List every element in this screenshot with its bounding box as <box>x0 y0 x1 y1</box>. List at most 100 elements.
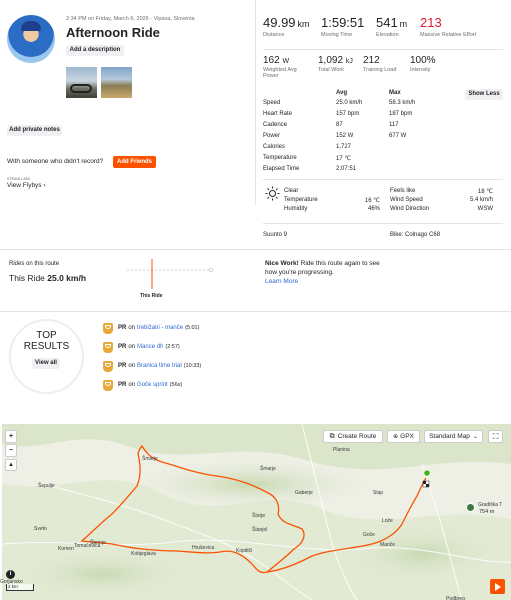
peak-icon <box>466 503 475 512</box>
on-label: on <box>128 344 136 350</box>
compass-button[interactable]: ▲ <box>5 459 17 471</box>
chevron-down-icon: ⌄ <box>472 434 478 440</box>
download-icon: ⊕ <box>393 434 399 440</box>
view-all-button[interactable]: View all <box>32 358 60 369</box>
relative-effort-stat[interactable]: 213 <box>420 15 442 30</box>
zoom-in-icon: + <box>8 433 14 440</box>
map-style-label: Standard Map <box>429 433 470 440</box>
elevation-label: Elevation <box>376 32 399 38</box>
moving-time-label: Moving Time <box>321 32 353 38</box>
weather-temperature-value: 16 ℃ <box>364 198 380 204</box>
segment-time: (10:33) <box>183 363 202 369</box>
map-place-label: Goče <box>363 532 375 538</box>
detail-row-label: Heart Rate <box>263 111 293 117</box>
map-place-label: Sveto <box>34 526 47 532</box>
top-result-item: PR on Branica time trial (10:33) <box>103 359 201 373</box>
map-place-label: Gaberje <box>295 490 313 496</box>
map[interactable] <box>2 424 511 600</box>
elevation-stat: 541 m <box>376 15 408 30</box>
someone-prompt: With someone who didn't record? <box>7 158 104 165</box>
map-place-label: Šmarje <box>142 456 158 462</box>
play-flyover-button[interactable] <box>490 579 505 594</box>
training-load-label: Training Load <box>363 67 397 73</box>
fullscreen-icon: ⛶ <box>492 431 499 441</box>
detail-row-avg: 157 bpm <box>336 111 360 117</box>
weather-humidity-value: 46% <box>367 206 380 212</box>
weather-humidity-label: Humidity <box>284 206 308 212</box>
zoom-out-button[interactable]: − <box>5 444 17 457</box>
col-max-header: Max <box>389 90 401 96</box>
map-place-label: Tomačevica <box>74 543 101 549</box>
wind-speed-label: Wind Speed <box>390 197 423 203</box>
map-place-label: Štanjel <box>252 527 268 533</box>
weather-divider <box>263 179 503 180</box>
zoom-in-button[interactable]: + <box>5 430 17 443</box>
chevron-right-icon: › <box>43 182 46 189</box>
create-route-label: Create Route <box>337 433 377 440</box>
map-place-label: Manče <box>380 542 396 548</box>
detail-row-max: 58.3 km/h <box>389 100 416 106</box>
segment-link[interactable]: Mance dh <box>137 344 163 350</box>
detail-row-label: Temperature <box>263 155 297 161</box>
device-name: Suunto 9 <box>263 232 288 238</box>
relative-effort-label: Massive Relative Effort <box>420 32 477 38</box>
detail-row-avg: 87 <box>336 122 343 128</box>
map-place-label: Kobjeglava <box>131 551 156 557</box>
zoom-out-icon: − <box>8 447 14 454</box>
weighted-power-label: Weighted Avg Power <box>263 67 297 79</box>
avatar[interactable] <box>7 15 55 63</box>
total-work-stat: 1,092 kJ <box>318 55 353 66</box>
route-section-divider <box>0 249 511 250</box>
on-label: on <box>128 325 136 331</box>
weather-condition: Clear <box>284 188 299 194</box>
compass-icon: ▲ <box>8 462 14 468</box>
detail-row-avg: 152 W <box>336 133 354 139</box>
pr-label: PR <box>118 344 127 350</box>
fullscreen-button[interactable]: ⛶ <box>488 430 503 443</box>
detail-row-avg: 25.0 km/h <box>336 100 363 106</box>
view-flybys-link[interactable]: View Flybys › <box>7 182 46 189</box>
add-friends-button[interactable]: Add Friends <box>113 156 156 168</box>
map-place-label: Štorje <box>252 513 266 519</box>
map-place-label: Slap <box>373 490 384 496</box>
segment-link[interactable]: trebižani - manče <box>137 325 183 331</box>
segment-time: (2:57) <box>165 344 180 350</box>
gpx-button[interactable]: ⊕ GPX <box>387 430 420 443</box>
pr-label: PR <box>118 382 127 388</box>
detail-row-label: Power <box>263 133 281 139</box>
add-description-button[interactable]: Add a description <box>66 45 124 56</box>
map-style-select[interactable]: Standard Map ⌄ <box>424 430 483 443</box>
detail-row-max: 677 W <box>389 133 407 139</box>
trophy-icon <box>103 360 113 372</box>
activity-title[interactable]: Afternoon Ride <box>66 25 160 40</box>
add-private-notes-button[interactable]: Add private notes <box>7 125 62 136</box>
wind-direction-label: Wind Direction <box>390 206 430 212</box>
total-work-label: Total Work <box>318 67 344 73</box>
wind-speed-value: 5.4 km/h <box>469 197 493 203</box>
activity-photo-2[interactable] <box>101 67 132 98</box>
map-place-label: Hruševica <box>192 545 215 551</box>
map-place-label: Kopitiči <box>236 548 253 554</box>
segment-link[interactable]: Branica time trial <box>137 363 182 369</box>
create-route-icon: ⧉ <box>329 432 335 440</box>
activity-photo-1[interactable] <box>66 67 97 98</box>
map-canvas[interactable] <box>2 424 511 600</box>
show-less-button[interactable]: Show Less <box>465 89 503 100</box>
wind-direction-value: WSW <box>477 206 493 212</box>
route-chart-point <box>208 267 214 273</box>
learn-more-link[interactable]: Learn More <box>265 278 298 285</box>
segment-link[interactable]: Goče sprint <box>137 382 168 388</box>
segment-time: (5:01) <box>185 325 200 331</box>
sun-icon <box>265 186 280 201</box>
activity-datetime: 2:34 PM on Friday, March 6, 2026 · Vipav… <box>66 16 195 22</box>
trophy-icon <box>103 379 113 391</box>
map-scale-label: 2 km <box>8 584 18 589</box>
weighted-power-stat: 162 W <box>263 55 290 66</box>
on-label: on <box>128 363 136 369</box>
peak-elevation-label: 754 m <box>479 509 495 515</box>
map-scale: 2 km <box>6 584 34 591</box>
create-route-button[interactable]: ⧉ Create Route <box>323 430 383 443</box>
view-flybys-label: View Flybys <box>7 182 42 189</box>
segment-time: (56s) <box>169 382 183 388</box>
info-icon[interactable]: i <box>6 570 15 579</box>
